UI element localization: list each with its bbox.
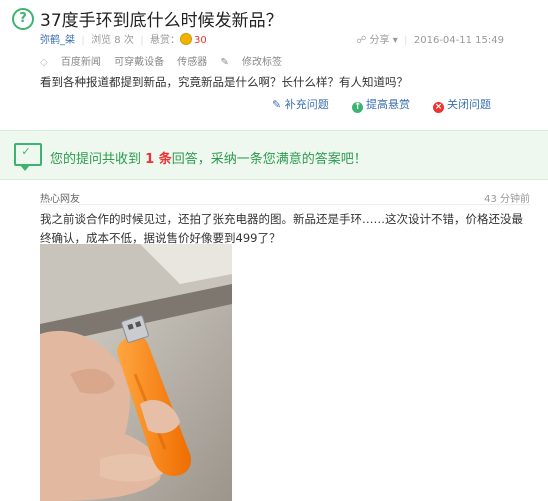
answer-text: 我之前谈合作的时候见过，还拍了张充电器的图。新品还是手环……这次设计不错，价格还… bbox=[40, 212, 523, 245]
author-link[interactable]: 弥鹤_桀 bbox=[40, 35, 75, 46]
divider bbox=[40, 204, 530, 205]
chevron-down-icon: ▾ bbox=[392, 35, 398, 46]
question-description: 看到各种报道都提到新品，究竟新品是什么啊？长什么样？有人知道吗？ bbox=[40, 75, 408, 89]
answer-photo[interactable] bbox=[40, 244, 232, 501]
tag-list: ◇ 百度新闻 可穿戴设备 传感器 ✎ 修改标签 bbox=[40, 53, 302, 68]
meta-right: ☍ 分享 ▾ | 2016-04-11 15:49 bbox=[356, 31, 504, 46]
banner-suffix: 回答，采纳一条您满意的答案吧！ bbox=[171, 152, 367, 167]
tag-item[interactable]: 可穿戴设备 bbox=[114, 57, 164, 68]
banner-prefix: 您的提问共收到 bbox=[50, 152, 146, 167]
raise-reward-button[interactable]: ↑ 提高悬赏 bbox=[352, 96, 410, 113]
answer-user: 热心网友 bbox=[40, 194, 80, 205]
tag-item[interactable]: 百度新闻 bbox=[61, 57, 101, 68]
raise-reward-label: 提高悬赏 bbox=[366, 98, 410, 111]
divider: | bbox=[137, 35, 147, 46]
supplement-button[interactable]: ✎ 补充问题 bbox=[272, 96, 329, 112]
question-icon: ? bbox=[12, 8, 34, 30]
question-meta: 弥鹤_桀 | 浏览 8 次 | 悬赏： 30 bbox=[40, 31, 207, 46]
divider: | bbox=[78, 35, 88, 46]
share-button[interactable]: ☍ 分享 ▾ bbox=[356, 35, 401, 46]
close-icon: × bbox=[433, 102, 444, 113]
edit-tags-label: 修改标签 bbox=[242, 57, 283, 68]
share-label: 分享 bbox=[369, 35, 390, 46]
pencil-icon: ✎ bbox=[220, 57, 229, 68]
close-label: 关闭问题 bbox=[447, 98, 491, 111]
check-icon: ✓ bbox=[21, 145, 31, 158]
tag-icon: ◇ bbox=[40, 57, 48, 68]
share-icon: ☍ bbox=[356, 35, 367, 46]
coin-icon bbox=[179, 33, 192, 45]
banner-message: 您的提问共收到 1 条回答，采纳一条您满意的答案吧！ bbox=[50, 148, 367, 167]
question-title: 37度手环到底什么时候发新品？ bbox=[40, 11, 283, 31]
arrow-up-icon: ↑ bbox=[352, 102, 363, 113]
tag-item[interactable]: 传感器 bbox=[177, 57, 207, 68]
reward-value: 30 bbox=[193, 35, 207, 46]
answer-count: 1 条 bbox=[145, 152, 172, 167]
reward-label: 悬赏： bbox=[149, 35, 180, 46]
divider: | bbox=[400, 35, 411, 46]
pencil-icon: ✎ bbox=[272, 98, 282, 111]
question-datetime: 2016-04-11 15:49 bbox=[413, 35, 504, 46]
views-count: 浏览 8 次 bbox=[91, 35, 134, 46]
supplement-label: 补充问题 bbox=[284, 98, 329, 111]
answer-time: 43 分钟前 bbox=[484, 194, 530, 205]
charger-photo bbox=[40, 244, 232, 501]
close-question-button[interactable]: × 关闭问题 bbox=[433, 96, 491, 113]
edit-tags-button[interactable]: ✎ 修改标签 bbox=[220, 57, 292, 68]
